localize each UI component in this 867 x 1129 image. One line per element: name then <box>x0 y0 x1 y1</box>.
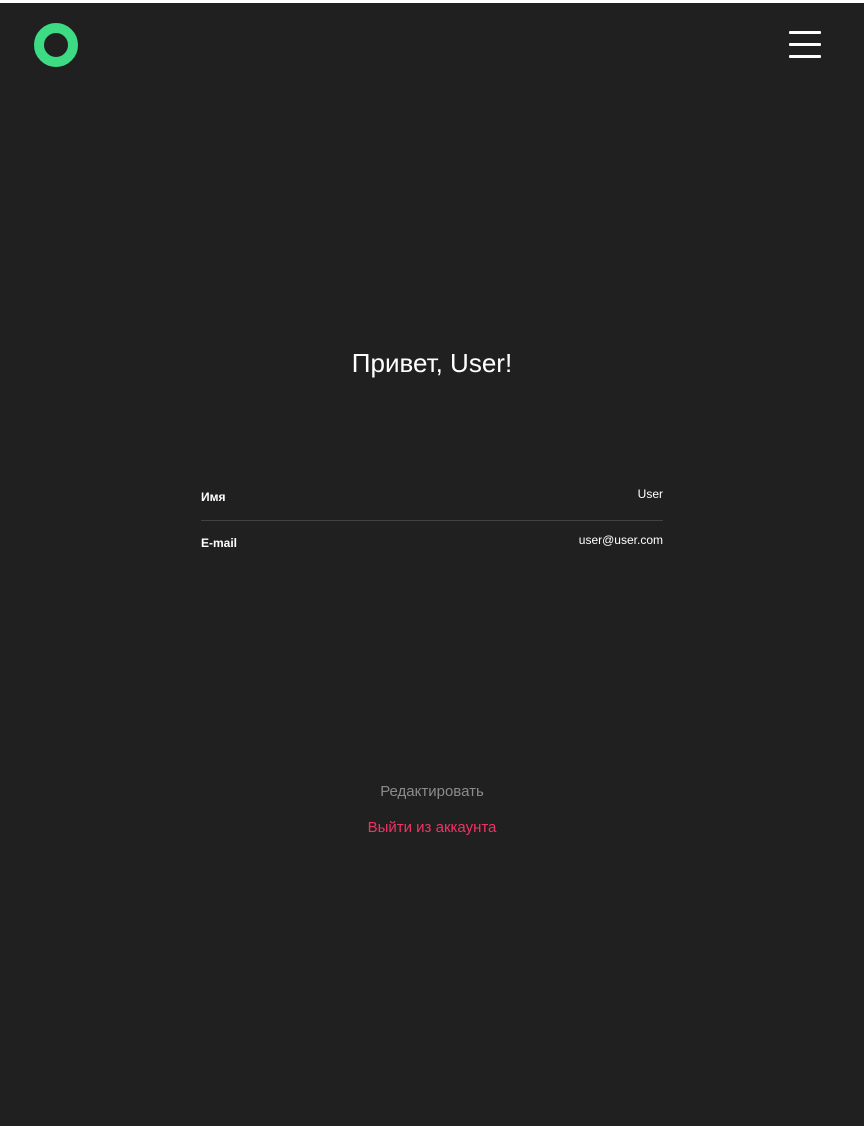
menu-bar-bottom <box>789 55 821 58</box>
email-label: E-mail <box>201 536 238 550</box>
profile-row-name: Имя User <box>201 475 663 521</box>
edit-profile-button[interactable]: Редактировать <box>0 782 864 802</box>
ring-logo-icon[interactable] <box>34 23 78 67</box>
menu-bar-middle <box>789 43 821 46</box>
profile-page: Привет, User! Имя User E-mail user@user.… <box>0 3 864 1126</box>
name-value: User <box>637 487 663 501</box>
profile-row-email: E-mail user@user.com <box>201 521 663 567</box>
menu-bar-top <box>789 31 821 34</box>
profile-info: Имя User E-mail user@user.com <box>201 475 663 567</box>
logout-button[interactable]: Выйти из аккаунта <box>0 818 864 838</box>
name-label: Имя <box>201 490 226 504</box>
page-title: Привет, User! <box>351 348 513 378</box>
hamburger-menu-icon[interactable] <box>787 29 823 61</box>
email-value: user@user.com <box>578 533 663 547</box>
